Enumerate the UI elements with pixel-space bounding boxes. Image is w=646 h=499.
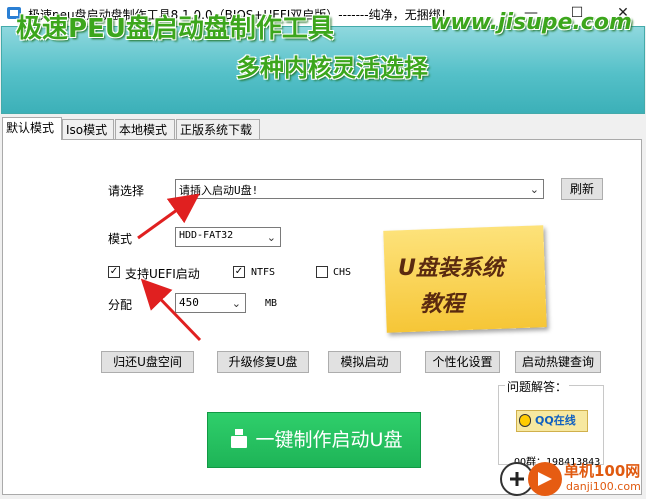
note-line1: U盘装系统 bbox=[398, 256, 504, 281]
select-label: 请选择 bbox=[108, 184, 145, 198]
chs-label: CHS bbox=[333, 267, 352, 278]
uefi-checkbox[interactable]: ✓ bbox=[108, 266, 120, 278]
banner-subtitle: 多种内核灵活选择 bbox=[236, 54, 428, 82]
alloc-unit: MB bbox=[265, 298, 278, 309]
make-button-label: 一键制作启动U盘 bbox=[255, 429, 403, 451]
banner-url: www.jisupe.com bbox=[430, 10, 632, 35]
mode-label: 模式 bbox=[108, 232, 133, 246]
mode-select-value: HDD-FAT32 bbox=[179, 230, 234, 241]
ntfs-label: NTFS bbox=[251, 267, 276, 278]
upgrade-usb-button[interactable]: 升级修复U盘 bbox=[217, 351, 309, 373]
personalize-button[interactable]: 个性化设置 bbox=[425, 351, 500, 373]
chevron-down-icon: ⌄ bbox=[231, 297, 241, 310]
usb-drive-icon bbox=[230, 428, 248, 450]
mode-select[interactable]: HDD-FAT32 ⌄ bbox=[175, 227, 281, 247]
simulate-boot-button[interactable]: 模拟启动 bbox=[328, 351, 401, 373]
tab-default-mode[interactable]: 默认模式 bbox=[2, 117, 62, 140]
alloc-label: 分配 bbox=[108, 298, 133, 312]
watermark-url: danji100.com bbox=[566, 480, 641, 493]
uefi-label: 支持UEFI启动 bbox=[125, 267, 200, 281]
ntfs-checkbox[interactable]: ✓ bbox=[233, 266, 245, 278]
tab-iso-mode[interactable]: Iso模式 bbox=[62, 119, 114, 139]
banner-title: 极速PEU盘启动盘制作工具 bbox=[16, 14, 334, 44]
restore-usb-button[interactable]: 归还U盘空间 bbox=[101, 351, 194, 373]
chevron-down-icon: ⌄ bbox=[529, 183, 539, 196]
note-line2: 教程 bbox=[420, 292, 465, 317]
chevron-down-icon: ⌄ bbox=[266, 231, 276, 244]
refresh-button[interactable]: 刷新 bbox=[561, 178, 603, 200]
watermark-logo-icon bbox=[528, 462, 562, 496]
device-select[interactable]: 请插入启动U盘! ⌄ bbox=[175, 179, 544, 199]
device-select-value: 请插入启动U盘! bbox=[179, 184, 259, 197]
chs-checkbox[interactable] bbox=[316, 266, 328, 278]
alloc-select-value: 450 bbox=[179, 296, 199, 309]
alloc-select[interactable]: 450 ⌄ bbox=[175, 293, 246, 313]
tab-local-mode[interactable]: 本地模式 bbox=[115, 119, 175, 139]
help-title: 问题解答： bbox=[505, 378, 570, 395]
qq-penguin-icon bbox=[519, 414, 531, 427]
watermark-name: 单机100网 bbox=[564, 462, 641, 480]
tab-system-download[interactable]: 正版系统下载 bbox=[176, 119, 260, 139]
hotkey-query-button[interactable]: 启动热键查询 bbox=[515, 351, 601, 373]
